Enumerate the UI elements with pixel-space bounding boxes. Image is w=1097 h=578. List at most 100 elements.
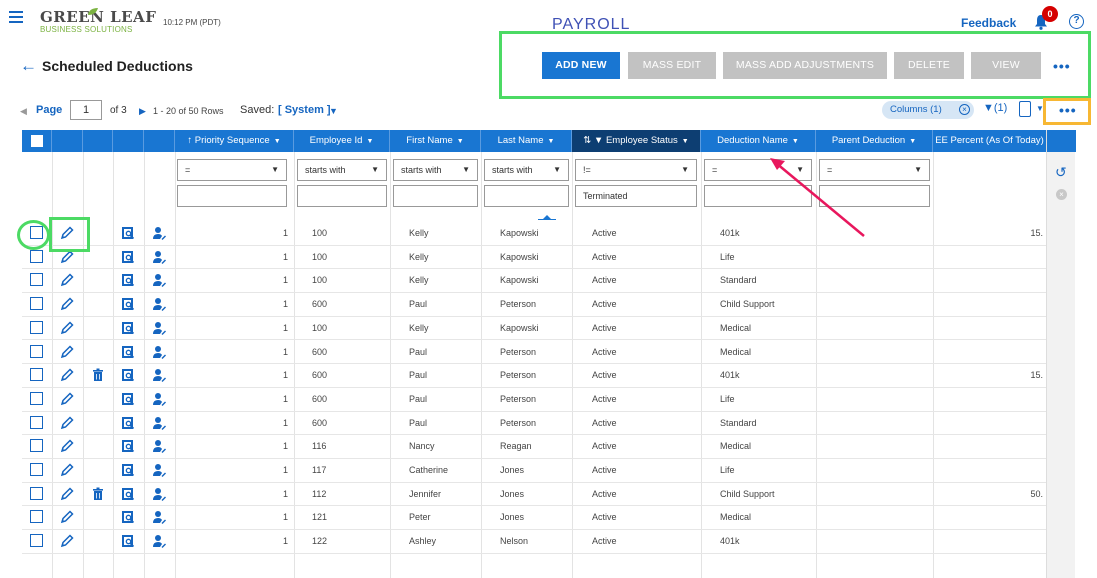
- table-row[interactable]: 1 117 Catherine Jones Active Life: [22, 459, 1046, 483]
- chevron-down-icon[interactable]: ▼: [548, 138, 555, 145]
- select-all-checkbox[interactable]: [31, 135, 43, 147]
- table-row[interactable]: 1 112 Jennifer Jones Active Child Support 50.: [22, 483, 1046, 507]
- header-employee-id[interactable]: Employee Id ▼: [294, 130, 390, 152]
- view-record-icon[interactable]: [120, 249, 136, 265]
- table-row[interactable]: 1 121 Peter Jones Active Medical: [22, 506, 1046, 531]
- clear-filter-icon[interactable]: ×: [1056, 189, 1067, 200]
- chevron-down-icon[interactable]: ▼: [274, 138, 281, 145]
- employee-icon[interactable]: [151, 272, 167, 288]
- more-actions-button[interactable]: •••: [1053, 58, 1071, 74]
- row-checkbox[interactable]: [30, 510, 43, 524]
- chevron-down-icon[interactable]: ▼: [457, 138, 464, 145]
- previous-page-icon[interactable]: ◀: [20, 106, 27, 117]
- delete-button[interactable]: DELETE: [894, 52, 964, 79]
- employee-icon[interactable]: [151, 533, 167, 549]
- feedback-link[interactable]: Feedback: [961, 16, 1016, 30]
- priority-filter-operator[interactable]: = ▼: [177, 159, 287, 181]
- trash-icon[interactable]: [90, 486, 106, 502]
- pencil-icon[interactable]: [59, 462, 75, 478]
- table-row[interactable]: 1 600 Paul Peterson Active Medical: [22, 341, 1046, 365]
- menu-icon[interactable]: [9, 11, 23, 23]
- next-page-icon[interactable]: ▶: [139, 106, 146, 117]
- pencil-icon[interactable]: [59, 391, 75, 407]
- pencil-icon[interactable]: [59, 367, 75, 383]
- header-last-name[interactable]: Last Name ▼: [481, 130, 572, 152]
- pencil-icon[interactable]: [59, 509, 75, 525]
- last-name-filter-operator[interactable]: starts with ▼: [484, 159, 569, 181]
- view-record-icon[interactable]: [120, 296, 136, 312]
- priority-filter-input[interactable]: [177, 185, 287, 207]
- view-record-icon[interactable]: [120, 367, 136, 383]
- add-new-button[interactable]: ADD NEW: [542, 52, 620, 79]
- row-checkbox[interactable]: [30, 391, 43, 405]
- employee-icon[interactable]: [151, 486, 167, 502]
- chevron-down-icon[interactable]: ▼: [909, 138, 916, 145]
- columns-chip[interactable]: Columns (1) ×: [882, 101, 974, 119]
- employee-icon[interactable]: [151, 367, 167, 383]
- employee-icon[interactable]: [151, 391, 167, 407]
- employee-icon[interactable]: [151, 462, 167, 478]
- header-first-name[interactable]: First Name ▼: [390, 130, 481, 152]
- back-arrow-icon[interactable]: ←: [20, 56, 37, 76]
- table-row[interactable]: 1 600 Paul Peterson Active Life: [22, 388, 1046, 412]
- chevron-down-icon[interactable]: ▼: [682, 138, 689, 145]
- table-row[interactable]: 1 100 Kelly Kapowski Active Medical: [22, 317, 1046, 341]
- first-name-filter-operator[interactable]: starts with ▼: [393, 159, 478, 181]
- row-checkbox[interactable]: [30, 320, 43, 334]
- saved-view-select[interactable]: [ System ]: [278, 104, 331, 116]
- employee-icon[interactable]: [151, 225, 167, 241]
- pencil-icon[interactable]: [59, 296, 75, 312]
- employee-icon[interactable]: [151, 438, 167, 454]
- row-checkbox[interactable]: [30, 273, 43, 287]
- pencil-icon[interactable]: [59, 415, 75, 431]
- deduction-filter-operator[interactable]: = ▼: [704, 159, 812, 181]
- view-record-icon[interactable]: [120, 415, 136, 431]
- view-record-icon[interactable]: [120, 462, 136, 478]
- header-priority-sequence[interactable]: ↑ Priority Sequence ▼: [175, 130, 294, 152]
- pencil-icon[interactable]: [59, 320, 75, 336]
- header-deduction-name[interactable]: Deduction Name ▼: [701, 130, 816, 152]
- row-checkbox[interactable]: [30, 415, 43, 429]
- employee-icon[interactable]: [151, 320, 167, 336]
- export-icon[interactable]: [1019, 101, 1031, 117]
- view-button[interactable]: VIEW: [971, 52, 1041, 79]
- deduction-filter-input[interactable]: [704, 185, 812, 207]
- trash-icon[interactable]: [90, 367, 106, 383]
- status-filter-input[interactable]: Terminated: [575, 185, 697, 207]
- chevron-down-icon[interactable]: ▼: [329, 106, 338, 116]
- employee-id-filter-input[interactable]: [297, 185, 387, 207]
- grid-more-button[interactable]: •••: [1059, 102, 1077, 118]
- view-record-icon[interactable]: [120, 272, 136, 288]
- table-row[interactable]: 1 600 Paul Peterson Active 401k 15.: [22, 364, 1046, 388]
- mass-add-adjustments-button[interactable]: MASS ADD ADJUSTMENTS: [723, 52, 887, 79]
- row-checkbox[interactable]: [30, 463, 43, 476]
- table-row[interactable]: 1 122 Ashley Nelson Active 401k: [22, 530, 1046, 554]
- status-filter-operator[interactable]: != ▼: [575, 159, 697, 181]
- row-checkbox[interactable]: [30, 486, 43, 500]
- pencil-icon[interactable]: [59, 533, 75, 549]
- header-parent-deduction[interactable]: Parent Deduction ▼: [816, 130, 933, 152]
- pencil-icon[interactable]: [59, 272, 75, 288]
- employee-icon[interactable]: [151, 344, 167, 360]
- help-icon[interactable]: ?: [1069, 14, 1084, 29]
- row-checkbox[interactable]: [30, 439, 43, 453]
- chevron-down-icon[interactable]: ▼: [792, 138, 799, 145]
- row-checkbox[interactable]: [30, 297, 43, 311]
- employee-icon[interactable]: [151, 296, 167, 312]
- pencil-icon[interactable]: [59, 344, 75, 360]
- table-row[interactable]: 1 100 Kelly Kapowski Active 401k 15.: [22, 222, 1046, 246]
- employee-icon[interactable]: [151, 509, 167, 525]
- table-row[interactable]: 1 600 Paul Peterson Active Child Support: [22, 293, 1046, 317]
- view-record-icon[interactable]: [120, 320, 136, 336]
- mass-edit-button[interactable]: MASS EDIT: [628, 52, 716, 79]
- table-row[interactable]: 1 100 Kelly Kapowski Active Standard: [22, 269, 1046, 294]
- view-record-icon[interactable]: [120, 533, 136, 549]
- parent-deduction-filter-operator[interactable]: = ▼: [819, 159, 930, 181]
- view-record-icon[interactable]: [120, 391, 136, 407]
- parent-deduction-filter-input[interactable]: [819, 185, 930, 207]
- row-checkbox[interactable]: [30, 249, 43, 263]
- row-checkbox[interactable]: [30, 534, 43, 548]
- page-number-input[interactable]: 1: [70, 100, 102, 120]
- table-row[interactable]: 1 116 Nancy Reagan Active Medical: [22, 435, 1046, 459]
- filter-indicator[interactable]: ▼(1): [983, 102, 1007, 114]
